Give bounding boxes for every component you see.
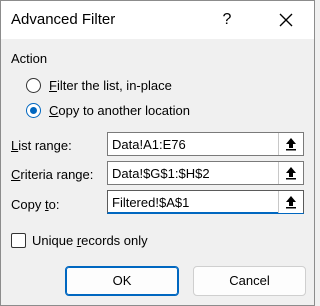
collapse-dialog-icon	[286, 167, 296, 180]
action-group-label: Action	[11, 51, 48, 66]
list-range-label: List range:	[11, 138, 72, 153]
copy-to-field[interactable]	[107, 190, 304, 214]
dialog-title: Advanced Filter	[11, 11, 116, 28]
copy-to-input[interactable]	[108, 191, 278, 213]
close-button[interactable]	[275, 10, 297, 30]
help-button[interactable]: ?	[216, 10, 238, 30]
filter-in-place-label: Filter the list, in-place	[49, 77, 172, 93]
advanced-filter-dialog: Advanced Filter ? Action Filter the list…	[0, 0, 315, 306]
criteria-range-collapse-button[interactable]	[278, 162, 303, 184]
unique-records-label: Unique records only	[32, 233, 148, 248]
list-range-field[interactable]	[107, 132, 304, 156]
collapse-dialog-icon	[286, 196, 296, 209]
ok-button[interactable]: OK	[65, 266, 179, 296]
list-range-input[interactable]	[108, 133, 278, 155]
copy-to-location-option[interactable]: Copy to another location	[26, 100, 190, 120]
list-range-collapse-button[interactable]	[278, 133, 303, 155]
title-bar: Advanced Filter ?	[1, 1, 314, 39]
unique-records-option[interactable]: Unique records only	[11, 233, 148, 248]
collapse-dialog-icon	[286, 138, 296, 151]
unique-records-checkbox[interactable]	[11, 233, 26, 248]
copy-to-collapse-button[interactable]	[278, 191, 303, 213]
criteria-range-label: Criteria range:	[11, 167, 94, 182]
criteria-range-input[interactable]	[108, 162, 278, 184]
filter-in-place-option[interactable]: Filter the list, in-place	[26, 75, 172, 95]
cancel-button[interactable]: Cancel	[193, 266, 306, 296]
filter-in-place-radio[interactable]	[26, 77, 41, 93]
criteria-range-field[interactable]	[107, 161, 304, 185]
copy-to-location-radio[interactable]	[26, 102, 41, 118]
close-icon	[279, 13, 293, 27]
copy-to-location-label: Copy to another location	[49, 102, 190, 118]
copy-to-label: Copy to:	[11, 197, 60, 212]
